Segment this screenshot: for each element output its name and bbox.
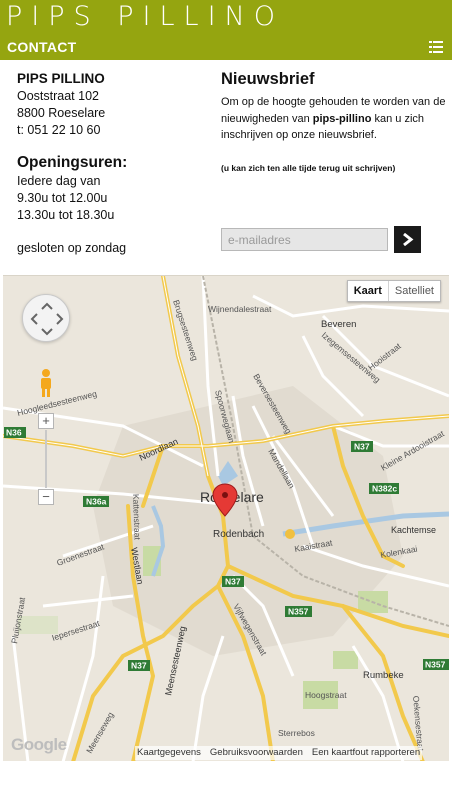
label-beveren: Beveren — [321, 319, 356, 330]
unsubscribe-note: (u kan zich ten alle tijde terug uit sch… — [221, 162, 396, 173]
svg-text:N37: N37 — [354, 442, 370, 452]
report-error-link[interactable]: Een kaartfout rapporteren — [312, 747, 420, 759]
closed-note: gesloten op zondag — [17, 241, 127, 255]
svg-text:N36: N36 — [6, 428, 22, 438]
newsletter-title: Nieuwsbrief — [221, 70, 315, 88]
newsletter-section: Nieuwsbrief Om op de hoogte gehouden te … — [221, 70, 446, 173]
label-hoogstraat: Hoogstraat — [305, 690, 347, 700]
opening-morning: 9.30u tot 12.00u — [17, 191, 108, 205]
map-type-kaart[interactable]: Kaart — [348, 281, 389, 301]
svg-text:N357: N357 — [288, 607, 309, 617]
address-street: Ooststraat 102 — [17, 89, 99, 103]
contact-info: PIPS PILLINO Ooststraat 102 8800 Roesela… — [17, 70, 217, 257]
label-wijnendalestraat: Wijnendalestraat — [208, 304, 272, 314]
label-rumbeke: Rumbeke — [363, 670, 404, 681]
email-input[interactable] — [221, 228, 388, 251]
label-rodenbach: Rodenbach — [213, 529, 264, 540]
terms-link[interactable]: Gebruiksvoorwaarden — [210, 747, 303, 759]
svg-text:N357: N357 — [425, 660, 446, 670]
submit-button[interactable] — [394, 226, 421, 253]
label-kachtemse: Kachtemse — [391, 525, 436, 535]
map-canvas: N36 N37 N382c N36a N37 N357 N37 N357 Wij… — [3, 276, 449, 761]
svg-text:N36a: N36a — [86, 497, 107, 507]
svg-text:N37: N37 — [131, 661, 147, 671]
label-kattenstraat: Kattenstraat — [131, 494, 143, 541]
opening-afternoon: 13.30u tot 18.30u — [17, 208, 115, 222]
brand-name: pips-pillino — [312, 112, 372, 125]
chevron-right-icon — [403, 233, 414, 246]
map-data-link[interactable]: Kaartgegevens — [137, 747, 201, 759]
phone-number: t: 051 22 10 60 — [17, 123, 101, 137]
shop-name: PIPS PILLINO — [17, 71, 105, 86]
opening-hours-title: Openingsuren: — [17, 154, 128, 171]
zoom-slider[interactable] — [45, 430, 47, 488]
svg-text:N382c: N382c — [372, 484, 397, 494]
zoom-in-button[interactable]: + — [38, 413, 54, 429]
zoom-out-button[interactable]: − — [38, 489, 54, 505]
svg-text:N37: N37 — [225, 577, 241, 587]
map-type-satellite[interactable]: Satelliet — [389, 281, 440, 301]
page-title: CONTACT — [7, 39, 77, 55]
map-footer: Kaartgegevens Gebruiksvoorwaarden Een ka… — [135, 746, 423, 760]
menu-icon[interactable] — [429, 40, 443, 54]
address-city: 8800 Roeselare — [17, 106, 106, 120]
site-header: PIPS PILLINO CONTACT — [0, 0, 452, 60]
map-type-control: Kaart Satelliet — [346, 280, 441, 302]
poi-icon — [285, 529, 295, 539]
newsletter-description: Om op de hoogte gehouden te worden van d… — [221, 96, 446, 141]
site-logo[interactable]: PIPS PILLINO — [6, 1, 284, 32]
pegman-icon[interactable] — [37, 368, 55, 398]
pan-control[interactable] — [22, 294, 70, 342]
google-logo: Google — [11, 735, 67, 754]
pan-arrows-icon — [30, 302, 64, 336]
label-sterrebos: Sterrebos — [278, 728, 315, 738]
map[interactable]: N36 N37 N382c N36a N37 N357 N37 N357 Wij… — [3, 275, 449, 761]
opening-days: Iedere dag van — [17, 174, 101, 188]
